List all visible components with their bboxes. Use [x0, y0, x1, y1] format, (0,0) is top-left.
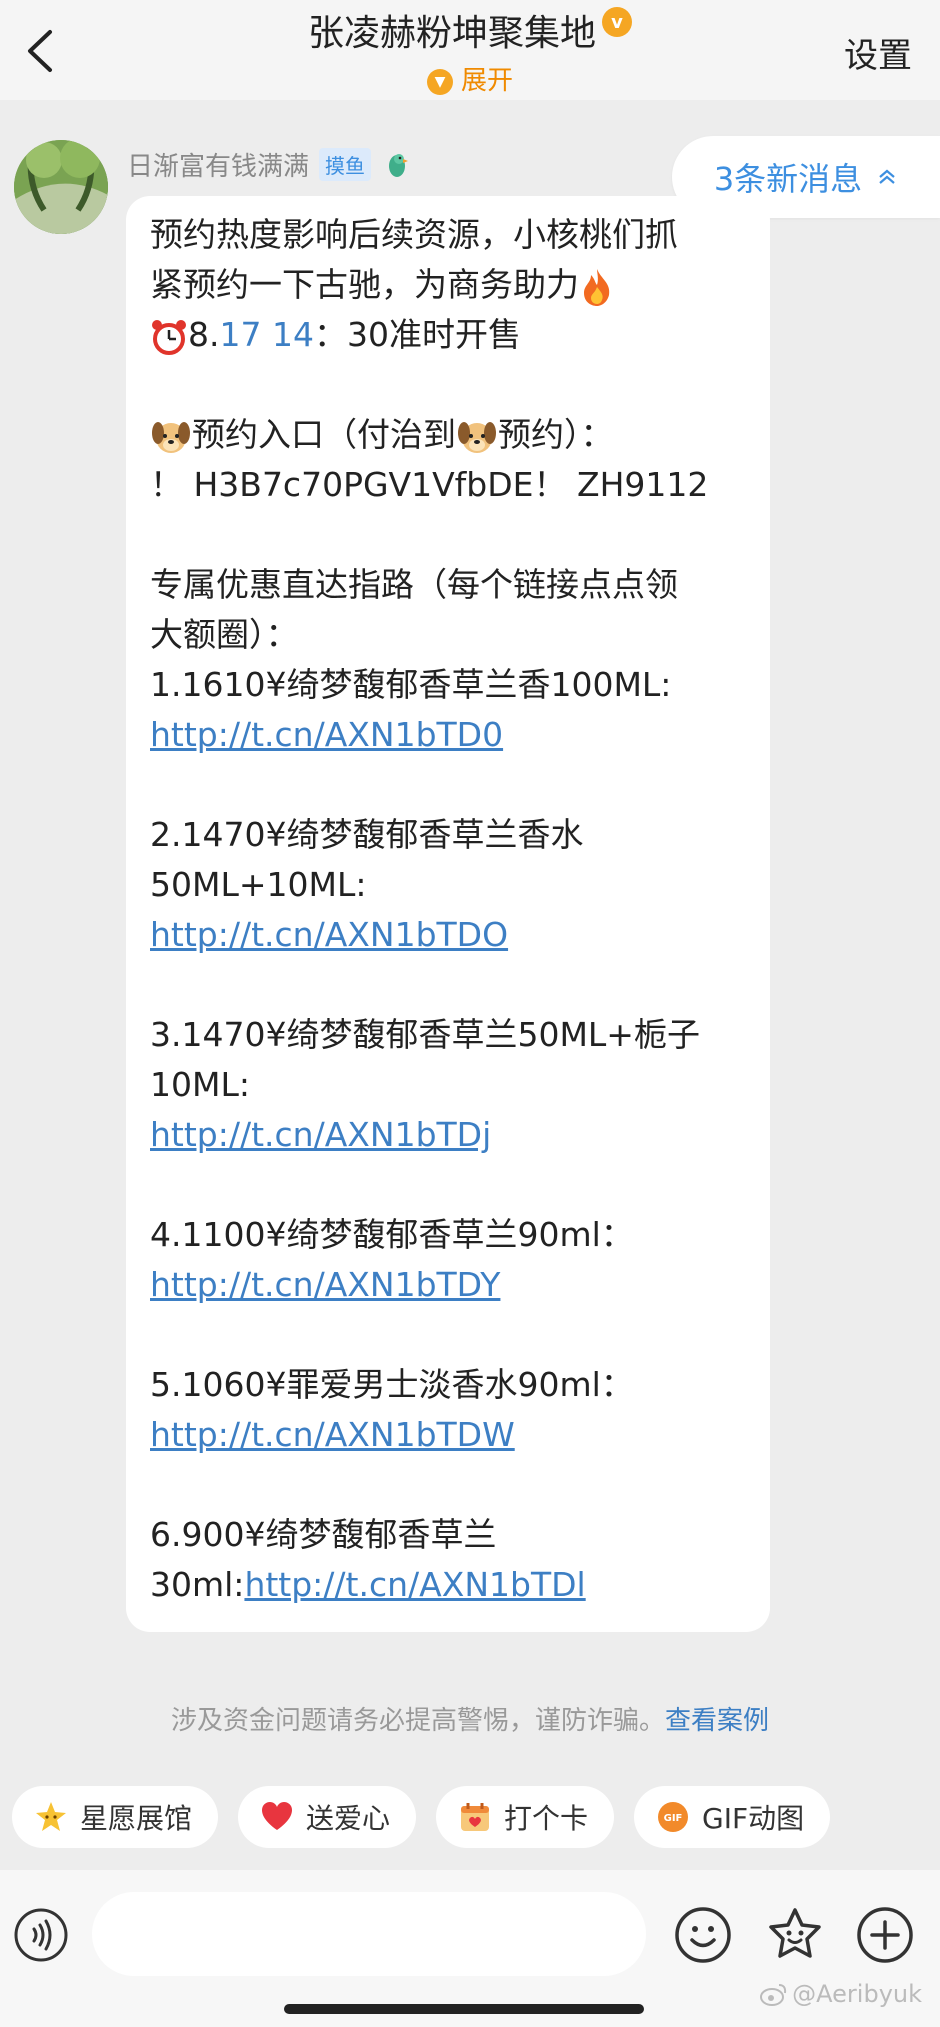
expand-label: 展开	[460, 66, 513, 96]
double-chevron-up-icon	[879, 169, 895, 184]
message-bubble[interactable]: 预约热度影响后续资源，小核桃们抓 紧预约一下古驰，为商务助力 8.17 14：3…	[126, 196, 770, 1632]
sender-avatar[interactable]	[14, 140, 108, 234]
fire-icon	[584, 268, 610, 306]
sticker-icon[interactable]	[766, 1906, 824, 1964]
message-line: 紧预约一下古驰，为商务助力	[150, 260, 746, 310]
verified-badge-icon: v	[602, 7, 632, 37]
checkin-icon	[458, 1800, 492, 1834]
heart-icon	[260, 1800, 294, 1834]
date-link[interactable]: 17 14	[220, 315, 314, 354]
group-title[interactable]: 张凌赫粉坤聚集地 v	[308, 4, 632, 56]
product-link[interactable]: http://t.cn/AXN1bTDW	[150, 1415, 515, 1454]
plus-icon[interactable]	[856, 1906, 914, 1964]
new-messages-label: 3条新消息	[713, 160, 863, 198]
alarm-clock-icon	[152, 319, 186, 355]
parrot-icon	[389, 153, 409, 177]
warning-text: 涉及资金问题请务必提高警惕，谨防诈骗。	[170, 1706, 665, 1736]
message-line: 6.900¥绮梦馥郁香草兰	[150, 1515, 497, 1554]
message-line: 3.1470¥绮梦馥郁香草兰50ML+栀子	[150, 1015, 700, 1054]
svg-text:GIF: GIF	[664, 1813, 683, 1824]
message-line: 4.1100¥绮梦馥郁香草兰90ml：	[150, 1215, 634, 1254]
message-line: 预约入口（付治到 预约）：	[150, 410, 746, 460]
gif-icon: GIF	[656, 1800, 690, 1834]
chat-header: 张凌赫粉坤聚集地 v ▼ 展开 设置	[0, 0, 940, 100]
star-icon	[34, 1800, 68, 1834]
message-line: 10ML:	[150, 1065, 250, 1104]
view-cases-link[interactable]: 查看案例	[665, 1706, 769, 1736]
product-link[interactable]: http://t.cn/AXN1bTDj	[150, 1115, 491, 1154]
quick-action-gif[interactable]: GIF GIF动图	[634, 1786, 831, 1848]
message-line: 专属优惠直达指路（每个链接点点领	[150, 565, 678, 604]
chevron-down-icon: ▼	[426, 68, 453, 95]
watermark-text: @Aeribyuk	[792, 1980, 922, 2008]
message-text-input[interactable]	[92, 1892, 646, 1976]
message-line: 1.1610¥绮梦馥郁香草兰香100ML:	[150, 665, 672, 704]
sender-tag-badge: 摸鱼	[319, 148, 372, 181]
product-link[interactable]: http://t.cn/AXN1bTDY	[150, 1265, 500, 1304]
quick-action-star-gallery[interactable]: 星愿展馆	[12, 1786, 219, 1848]
watermark: @Aeribyuk	[760, 1980, 922, 2008]
quick-action-check-in[interactable]: 打个卡	[436, 1786, 615, 1848]
settings-button[interactable]: 设置	[844, 28, 912, 77]
expand-button[interactable]: ▼ 展开	[0, 60, 940, 97]
quick-action-send-love[interactable]: 送爱心	[238, 1786, 417, 1848]
message-line: 预约热度影响后续资源，小核桃们抓	[150, 215, 678, 254]
sender-info: 日渐富有钱满满 摸鱼	[127, 146, 411, 183]
emoji-icon[interactable]	[674, 1906, 732, 1964]
voice-input-icon[interactable]	[14, 1908, 68, 1962]
fraud-warning: 涉及资金问题请务必提高警惕，谨防诈骗。查看案例	[0, 1700, 940, 1737]
product-link[interactable]: http://t.cn/AXN1bTDO	[150, 915, 508, 954]
quick-actions-bar: 星愿展馆 送爱心 打个卡 GIF GIF动图	[12, 1786, 831, 1848]
message-line: 大额圈）：	[150, 615, 299, 654]
product-link[interactable]: http://t.cn/AXN1bTD0	[150, 715, 503, 754]
avatar-image	[14, 140, 108, 234]
message-line: 30ml:http://t.cn/AXN1bTDl	[150, 1565, 586, 1604]
message-line: 8.17 14：30准时开售	[150, 310, 746, 360]
weibo-logo-icon	[760, 1984, 787, 2006]
home-indicator	[284, 2004, 644, 2014]
sender-name[interactable]: 日渐富有钱满满	[127, 146, 309, 183]
dog-face-icon	[152, 421, 190, 453]
message-line: 50ML+10ML:	[150, 865, 367, 904]
group-title-text: 张凌赫粉坤聚集地	[307, 13, 596, 54]
message-line: ！ H3B7c70PGV1VfbDE！ ZH9112	[150, 465, 709, 504]
dog-face-icon	[458, 421, 496, 453]
message-line: 5.1060¥罪爱男士淡香水90ml：	[150, 1365, 634, 1404]
product-link[interactable]: http://t.cn/AXN1bTDl	[244, 1565, 585, 1604]
message-line: 2.1470¥绮梦馥郁香草兰香水	[150, 815, 584, 854]
